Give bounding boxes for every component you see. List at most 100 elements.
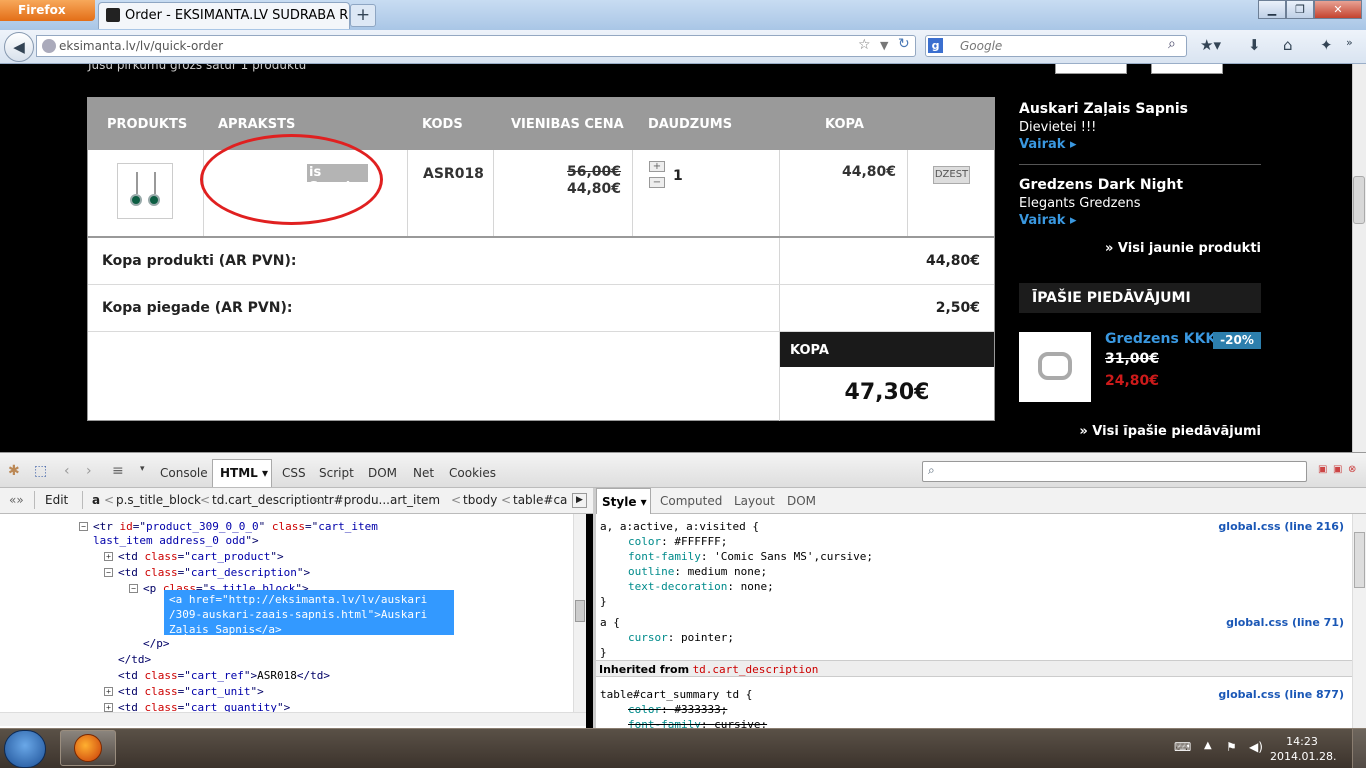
style-panel-scrollbar-thumb[interactable] (1354, 532, 1365, 588)
volume-icon[interactable]: ◀) (1249, 740, 1263, 754)
tab-cookies[interactable]: Cookies (449, 466, 496, 480)
firefox-menu-button[interactable]: Firefox (0, 0, 95, 21)
flag-icon[interactable]: ⚑ (1226, 740, 1237, 754)
html-panel-scrollbar[interactable] (573, 514, 586, 712)
tab-style[interactable]: Style ▾ (596, 488, 651, 514)
special-product-name[interactable]: Gredzens KKK (1105, 331, 1216, 347)
quantity-increase-button[interactable]: + (649, 161, 665, 172)
search-engine-icon[interactable]: g (928, 38, 943, 53)
css-selector[interactable]: a { (600, 616, 620, 629)
home-icon[interactable]: ⌂ (1283, 36, 1293, 54)
chevron-down-icon[interactable]: ▾ (140, 464, 145, 474)
css-property[interactable]: font-family: cursive; (628, 718, 767, 728)
expand-icon[interactable]: + (104, 703, 113, 712)
url-bar[interactable]: eksimanta.lv/lv/quick-order (36, 35, 916, 57)
inspect-icon[interactable]: ⬚ (34, 463, 47, 479)
minimize-icon[interactable]: ▁ (1258, 0, 1286, 19)
style-panel-scrollbar[interactable] (1352, 514, 1366, 728)
inherited-from-link[interactable]: td.cart_description (693, 663, 819, 676)
tab-html[interactable]: HTML ▾ (212, 459, 272, 487)
html-panel-scrollbar-thumb[interactable] (575, 600, 585, 622)
delete-button[interactable]: DZEST (933, 166, 970, 184)
css-property[interactable]: cursor: pointer; (628, 631, 734, 644)
close-icon[interactable]: ✕ (1314, 0, 1362, 19)
tab-dom[interactable]: DOM (368, 466, 397, 480)
collapse-icon[interactable]: − (104, 568, 113, 577)
reload-icon[interactable]: ↻ (898, 36, 910, 52)
tab-console[interactable]: Console (160, 466, 208, 480)
bookmarks-icon[interactable]: ★▾ (1200, 36, 1221, 54)
breadcrumb-item[interactable]: td.cart_description (212, 493, 324, 507)
breadcrumb-item[interactable]: tr#produ...art_item (324, 493, 440, 507)
css-selector[interactable]: table#cart_summary td { (600, 688, 752, 701)
overflow-icon[interactable]: » (1346, 36, 1353, 49)
html-tree-line[interactable]: <td class="cart_unit"> (118, 685, 264, 698)
collapse-icon[interactable]: − (79, 522, 88, 531)
html-tree-line[interactable]: <td class="cart_product"> (118, 550, 284, 563)
expand-icon[interactable]: + (104, 552, 113, 561)
show-hidden-icon[interactable]: ▲ (1204, 740, 1212, 751)
browser-tab[interactable]: Order - EKSIMANTA.LV SUDRABA ROTAS (98, 2, 350, 29)
tab-dom-side[interactable]: DOM (787, 494, 816, 508)
css-property[interactable]: text-decoration: none; (628, 580, 774, 593)
sidebar-more-link[interactable]: Vairak ▸ (1019, 137, 1076, 152)
css-property[interactable]: color: #FFFFFF; (628, 535, 727, 548)
html-tree-line[interactable]: <td class="cart_ref">ASR018</td> (118, 669, 330, 682)
quantity-decrease-button[interactable]: − (649, 177, 665, 188)
chevron-right-icon[interactable]: ▶ (572, 493, 587, 508)
special-product-image[interactable] (1019, 332, 1091, 402)
tab-script[interactable]: Script (319, 466, 354, 480)
css-source-link[interactable]: global.css (line 216) (1218, 520, 1344, 533)
breadcrumb-item[interactable]: a (92, 493, 100, 507)
all-special-offers-link[interactable]: » Visi īpašie piedāvājumi (1079, 424, 1261, 439)
windows-start-icon[interactable] (4, 730, 46, 768)
tab-computed[interactable]: Computed (660, 494, 722, 508)
product-thumbnail[interactable] (117, 163, 173, 219)
all-new-products-link[interactable]: » Visi jaunie produkti (1105, 241, 1261, 256)
chevron-down-icon[interactable]: ▼ (880, 39, 888, 52)
breadcrumb-item[interactable]: tbody (463, 493, 497, 507)
minimize-icon[interactable]: ▣ (1318, 464, 1327, 475)
page-scrollbar-thumb[interactable] (1353, 176, 1365, 224)
collapse-icon[interactable]: − (129, 584, 138, 593)
css-property[interactable]: font-family: 'Comic Sans MS',cursive; (628, 550, 873, 563)
chevron-left-icon[interactable]: ‹ (64, 463, 70, 479)
panel-list-icon[interactable]: ≡ (112, 463, 124, 479)
keyboard-icon[interactable]: ⌨ (1174, 740, 1191, 754)
css-property[interactable]: outline: medium none; (628, 565, 767, 578)
close-icon[interactable]: ⊗ (1348, 464, 1356, 475)
css-property[interactable]: color: #333333; (628, 703, 727, 716)
chevron-right-icon[interactable]: › (86, 463, 92, 479)
addon-icon[interactable]: ✦ (1320, 36, 1333, 54)
search-icon[interactable]: ⌕ (1168, 36, 1176, 52)
html-panel-hscrollbar[interactable] (0, 712, 586, 726)
sidebar-product-name[interactable]: Gredzens Dark Night (1019, 177, 1183, 193)
clock[interactable]: 14:23 2014.01.28. (1270, 734, 1336, 764)
breadcrumb-toggle-icon[interactable]: «» (9, 493, 24, 507)
show-desktop-button[interactable] (1352, 729, 1366, 768)
html-tree-line[interactable]: last_item address_0 odd"> (93, 534, 259, 547)
html-tree-line[interactable]: <tr id="product_309_0_0_0" class="cart_i… (93, 520, 378, 533)
selected-html-node[interactable]: <a href="http://eksimanta.lv/lv/auskari … (164, 590, 454, 636)
star-icon[interactable]: ☆ (858, 37, 871, 53)
expand-icon[interactable]: + (104, 687, 113, 696)
maximize-icon[interactable]: ❐ (1286, 0, 1314, 19)
css-source-link[interactable]: global.css (line 877) (1218, 688, 1344, 701)
html-tree-line[interactable]: </p> (143, 637, 170, 650)
back-button[interactable]: ◀ (4, 32, 34, 62)
sidebar-more-link[interactable]: Vairak ▸ (1019, 213, 1076, 228)
html-tree-line[interactable]: <td class="cart_description"> (118, 566, 310, 579)
new-tab-button[interactable]: + (350, 4, 376, 27)
sidebar-product-name[interactable]: Auskari Zaļais Sapnis (1019, 101, 1188, 117)
firebug-logo-icon[interactable]: ✱ (8, 463, 20, 479)
header-box[interactable] (1151, 64, 1223, 74)
breadcrumb-item[interactable]: table#ca (513, 493, 569, 507)
header-box[interactable] (1055, 64, 1127, 74)
edit-button[interactable]: Edit (45, 493, 68, 507)
download-icon[interactable]: ⬇ (1248, 36, 1261, 54)
firebug-search-input[interactable]: ⌕ (922, 461, 1307, 482)
html-tree-line[interactable]: </td> (118, 653, 151, 666)
css-selector[interactable]: a, a:active, a:visited { (600, 520, 759, 533)
tab-layout[interactable]: Layout (734, 494, 775, 508)
search-input[interactable]: Google (925, 35, 1187, 57)
